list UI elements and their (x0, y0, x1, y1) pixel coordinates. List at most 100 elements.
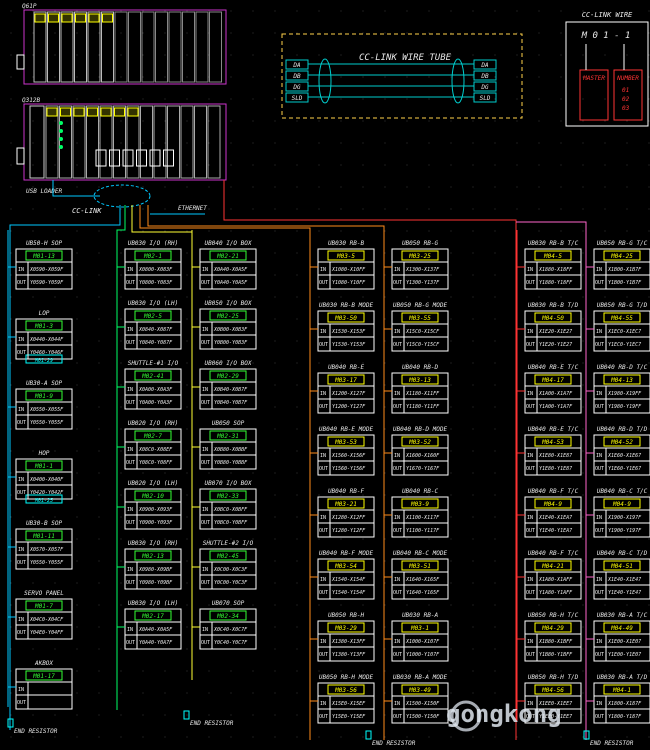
master-label: MASTER (582, 75, 605, 82)
io-module: UB040 RB-E M03-17 IN OUT X1200-X127F Y1200-Y1… (317, 364, 375, 414)
out-label: OUT (201, 280, 210, 286)
station-number: M03-51 (408, 563, 431, 570)
out-label: OUT (201, 400, 210, 406)
output-range: Y0C40-Y0C7F (214, 640, 248, 646)
output-range: Y15C0-Y15CF (406, 342, 440, 348)
in-label: IN (527, 391, 533, 397)
in-label: IN (127, 447, 133, 453)
output-range: Y1560-Y156F (332, 466, 366, 472)
station-number: M02-10 (141, 493, 164, 500)
station-number: M02-34 (216, 613, 239, 620)
input-range: X1540-X154F (331, 577, 366, 583)
in-label: IN (18, 687, 24, 693)
rack2-terminal (163, 149, 174, 167)
in-label: IN (394, 701, 400, 707)
in-label: IN (18, 617, 24, 623)
in-label: IN (18, 407, 24, 413)
in-label: IN (527, 329, 533, 335)
module-title: UB040 RB-D MODE (393, 426, 448, 433)
number-code: 02 (622, 96, 630, 103)
io-module: UB040 RB-D T/C M04-13 IN OUT X1980-X19FF Y198… (593, 364, 650, 414)
in-label: IN (394, 639, 400, 645)
output-range: Y1800-Y187F (608, 714, 642, 720)
end-resistor-symbol (183, 710, 190, 720)
station-number: M04-51 (610, 563, 633, 570)
out-label: OUT (526, 652, 535, 658)
rack2-slot (194, 105, 207, 179)
module-title: UB030 I/O (LH) (128, 600, 179, 607)
input-range: X1800-X187F (607, 701, 642, 707)
out-label: OUT (393, 466, 402, 472)
out-label: OUT (393, 528, 402, 534)
in-label: IN (320, 701, 326, 707)
in-label: IN (18, 337, 24, 343)
input-range: X0A00-X0A3F (138, 387, 173, 393)
output-range: Y0B00-Y0B3F (214, 340, 248, 346)
io-module: UB050 RB-H T/C M04-29 IN OUT X1B80-X1BFF Y1B8… (524, 612, 582, 662)
io-module: UB050 RB-H MODE M03-56 IN OUT X15E0-X15EF Y15… (317, 674, 375, 724)
module-title: UB050 RB-H T/D (528, 674, 579, 681)
end-resistor: END RESISTOR (183, 710, 234, 727)
in-label: IN (320, 639, 326, 645)
out-label: OUT (126, 640, 135, 646)
out-label: OUT (319, 652, 328, 658)
in-label: IN (320, 453, 326, 459)
in-label: IN (127, 267, 133, 273)
input-range: X1E40-X1EA7 (538, 515, 572, 521)
end-resistor-label: END RESISTOR (372, 740, 416, 747)
cc-link-wire-code: CC-LINK WIRE M 0 1 - 1 MASTER NUMBER 01 02 03 (565, 11, 649, 127)
rack1-slot (114, 11, 128, 83)
io-module: UB040 RB-F T/C M04-21 IN OUT X1A80-X1AFF Y1A8… (524, 550, 582, 600)
output-range: Y04E0-Y04FF (30, 630, 64, 636)
module-title: UB050 RB-G T/D (597, 302, 648, 309)
station-number: M03-49 (408, 687, 431, 694)
input-range: X0400-X040F (29, 477, 64, 483)
input-range: X0900-X093F (138, 507, 173, 513)
rack2-slot (153, 105, 167, 179)
out-label: OUT (126, 280, 135, 286)
tube-signal-label-left: DB (292, 73, 301, 80)
station-number: M02-7 (143, 433, 162, 440)
module-title: UB040 RB-F T/C (528, 488, 579, 495)
input-range: X1880-X18FF (538, 267, 573, 273)
input-range: X1980-X19FF (607, 391, 642, 397)
output-range: Y1E00-Y1E07 (608, 652, 641, 658)
module-title: UB070 SOP (212, 600, 245, 607)
station-number: M04-9 (612, 501, 631, 508)
station-number: M03-56 (334, 687, 357, 694)
module-title: UB030 RB-A T/C (597, 612, 648, 619)
in-label: IN (527, 453, 533, 459)
rack2-terminal (122, 149, 134, 167)
input-range: X1A00-X1A7F (538, 391, 573, 397)
io-module: UB050 RB-H M03-29 IN OUT X1380-X13FF Y1380-Y1… (317, 612, 375, 662)
out-label: OUT (393, 342, 402, 348)
output-range: Y1880-Y18FF (539, 280, 573, 286)
io-module: UB040 RB-F MODE M03-54 IN OUT X1540-X154F Y15… (317, 550, 375, 600)
input-range: X0B00-X0B3F (213, 327, 248, 333)
station-number: M03-29 (334, 625, 357, 632)
io-module: UB050 SOP M02-31 IN OUT X0B80-X0BBF Y0B80-Y0B… (199, 420, 257, 470)
station-number: M03-55 (408, 315, 431, 322)
module-title: UB050 RB-G MODE (393, 302, 448, 309)
module-title: UB050 RB-H (328, 612, 365, 619)
gongkong-logo: gongkong (446, 700, 562, 732)
io-module: UB020 I/O (LH) M02-10 IN OUT X0900-X093F Y090… (124, 480, 182, 530)
io-module: UB070 SOP M02-34 IN OUT X0C40-X0C7F Y0C40-Y0C… (199, 600, 257, 650)
station-number: M04-55 (610, 315, 633, 322)
in-label: IN (127, 387, 133, 393)
rack1-slot-tag (48, 13, 59, 23)
rack2-slot (126, 105, 140, 179)
out-label: OUT (17, 560, 26, 566)
input-range: X1100-X117F (405, 515, 440, 521)
rack2-slot (86, 105, 99, 179)
out-label: OUT (526, 342, 535, 348)
station-number: M03-52 (408, 439, 431, 446)
status-led (59, 137, 63, 141)
station-number: M03-9 (410, 501, 429, 508)
io-module: UB030 I/O (RH) M02-13 IN OUT X0980-X09BF Y098… (124, 540, 182, 590)
in-label: IN (596, 267, 602, 273)
output-range: Y1500-Y150F (406, 714, 440, 720)
ethernet-label: ETHERNET (178, 205, 207, 212)
rack2-terminal (136, 149, 147, 167)
input-range: X0590-X059F (29, 267, 64, 273)
